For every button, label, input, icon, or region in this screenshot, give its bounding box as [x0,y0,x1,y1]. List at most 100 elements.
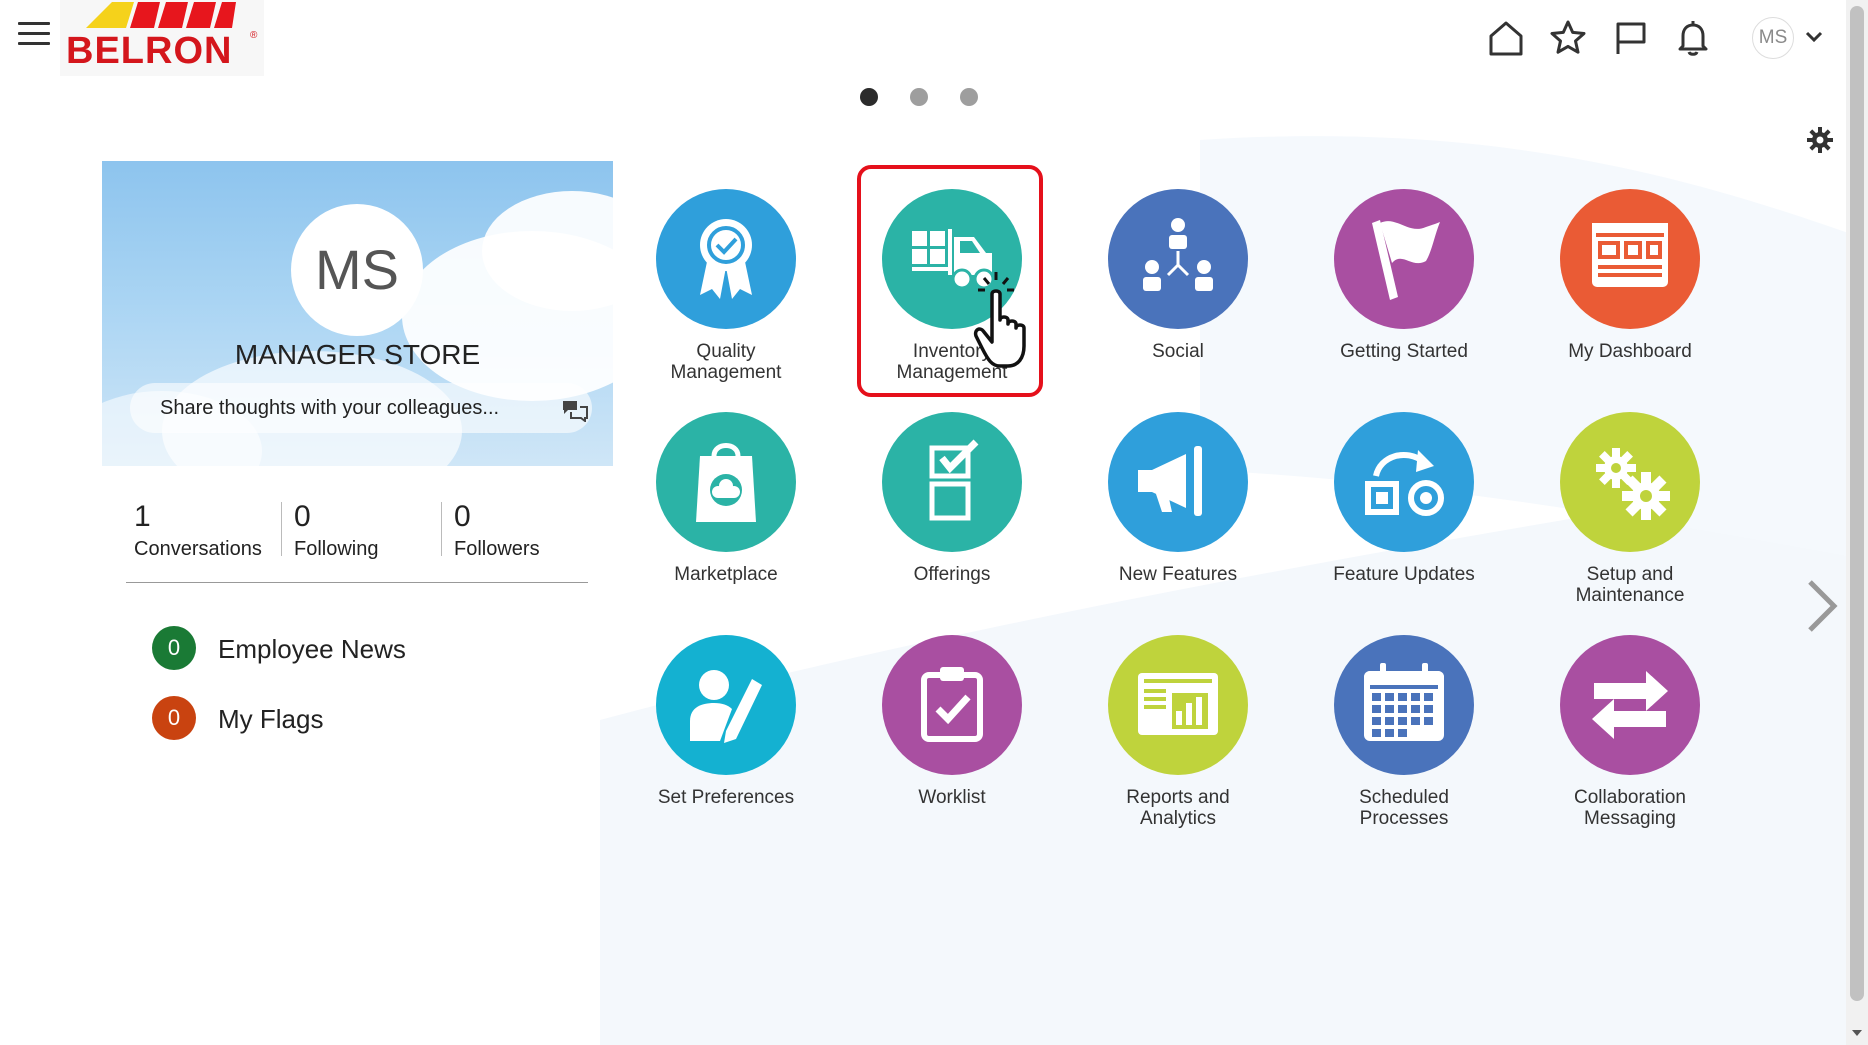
tile-label: Social [1152,341,1204,362]
tile-label: Feature Updates [1333,564,1475,585]
tile-circle [1108,412,1248,552]
dashboard-icon [1592,223,1668,287]
stat-value: 0 [294,500,311,533]
carousel-page-2[interactable] [910,88,928,106]
tile-reports-and-analytics[interactable]: Reports and Analytics [1078,635,1278,845]
flags-button[interactable] [1611,18,1651,58]
profile-card: MS MANAGER STORE Share thoughts with you… [102,161,613,466]
tile-circle [1560,412,1700,552]
stat-label: Following [294,538,379,560]
user-edit-icon [690,670,762,743]
star-icon [1550,20,1586,54]
user-avatar: MS [1752,17,1794,59]
tile-worklist[interactable]: Worklist [852,635,1052,845]
tile-scheduled-processes[interactable]: Scheduled Processes [1304,635,1504,845]
stat-following[interactable]: 0 Following [294,500,378,562]
notifications-button[interactable] [1673,18,1713,58]
stat-value: 0 [454,500,471,533]
home-button[interactable] [1486,18,1526,58]
tile-inventory-management[interactable]: Inventory Management [852,189,1052,399]
calendar-icon [1364,663,1444,741]
tile-label: Getting Started [1340,341,1468,362]
tile-set-preferences[interactable]: Set Preferences [626,635,826,845]
carousel-pager [860,88,990,108]
tile-feature-updates[interactable]: Feature Updates [1304,412,1504,622]
feed-my-flags[interactable]: 0 My Flags [152,696,452,742]
tile-new-features[interactable]: New Features [1078,412,1278,622]
stat-label: Conversations [134,538,262,560]
tile-social[interactable]: Social [1078,189,1278,399]
chevron-down-icon [1805,31,1823,43]
tile-label: Worklist [918,787,986,808]
ribbon-award-icon [700,219,752,299]
company-logo[interactable]: BELRON ® [60,0,264,76]
exchange-arrows-icon [1592,671,1668,739]
tile-label: Marketplace [674,564,778,585]
flag-icon [1616,22,1646,54]
tile-circle [656,189,796,329]
tile-marketplace[interactable]: Marketplace [626,412,826,622]
tile-label: Reports and Analytics [1126,787,1230,829]
carousel-page-1[interactable] [860,88,878,106]
tile-label: Scheduled Processes [1359,787,1449,829]
profile-name[interactable]: MANAGER STORE [102,339,613,371]
tile-label: Setup and Maintenance [1575,564,1685,606]
stat-divider [281,502,282,556]
count-badge: 0 [152,626,196,670]
conversation-icon[interactable] [562,400,588,422]
stat-label: Followers [454,538,540,560]
tile-collaboration-messaging[interactable]: Collaboration Messaging [1530,635,1730,845]
checklist-icon [929,439,979,521]
vertical-scrollbar[interactable] [1846,0,1868,1045]
scroll-down-arrow-icon[interactable] [1851,1028,1863,1038]
user-menu-button[interactable]: MS [1752,17,1830,59]
stat-followers[interactable]: 0 Followers [454,500,540,562]
tile-label: Offerings [913,564,991,585]
chevron-right-icon [1808,580,1838,632]
tile-circle [1334,635,1474,775]
shopping-bag-icon [696,443,756,522]
clipboard-check-icon [921,667,983,742]
personalize-settings-button[interactable] [1806,126,1834,154]
tile-label: My Dashboard [1568,341,1692,362]
stats-divider [126,582,588,583]
scrollbar-thumb[interactable] [1850,6,1864,1001]
count-badge: 0 [152,696,196,740]
tile-label: Collaboration Messaging [1574,787,1686,829]
tile-circle [882,189,1022,329]
tile-label: New Features [1118,564,1238,585]
tile-my-dashboard[interactable]: My Dashboard [1530,189,1730,399]
tile-circle [1334,189,1474,329]
logo-flag-icon [86,2,236,28]
tile-circle [1560,189,1700,329]
flag-icon [1372,220,1440,300]
next-page-button[interactable] [1804,578,1840,634]
people-network-icon [1143,218,1213,291]
share-thoughts-input[interactable]: Share thoughts with your colleagues... [130,383,592,433]
tile-circle [882,635,1022,775]
tile-getting-started[interactable]: Getting Started [1304,189,1504,399]
tile-circle [1108,635,1248,775]
navigator-menu-button[interactable] [18,22,50,48]
tile-circle [1560,635,1700,775]
update-shapes-icon [1365,450,1444,516]
tile-circle [1108,189,1248,329]
feed-employee-news[interactable]: 0 Employee News [152,626,452,672]
carousel-page-3[interactable] [960,88,978,106]
tile-label: Set Preferences [657,787,795,808]
logo-wordmark: BELRON [66,30,233,72]
favorites-button[interactable] [1548,18,1588,58]
tile-quality-management[interactable]: Quality Management [626,189,826,399]
stat-value: 1 [134,500,151,533]
gears-icon [1596,448,1670,520]
home-icon [1489,21,1523,56]
logo-registered-mark: ® [250,30,258,41]
tile-circle [656,412,796,552]
profile-avatar[interactable]: MS [291,204,423,336]
tile-offerings[interactable]: Offerings [852,412,1052,622]
stat-conversations[interactable]: 1 Conversations [134,500,262,562]
tile-setup-and-maintenance[interactable]: Setup and Maintenance [1530,412,1730,622]
tile-circle [882,412,1022,552]
forklift-icon [912,229,995,290]
share-placeholder: Share thoughts with your colleagues... [160,397,500,419]
